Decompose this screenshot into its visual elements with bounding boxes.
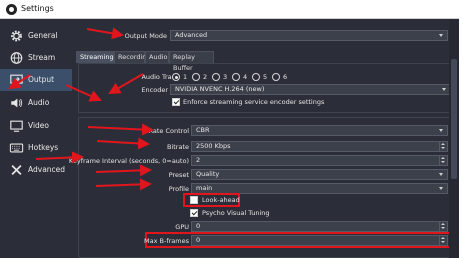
bitrate-spin-arrows-icon[interactable] bbox=[439, 142, 447, 151]
monitor-output-icon bbox=[10, 74, 23, 86]
tab-streaming[interactable]: Streaming bbox=[76, 51, 114, 63]
obs-logo-icon bbox=[6, 4, 17, 15]
audio-track-radio-4[interactable] bbox=[232, 73, 240, 81]
tab-recording[interactable]: Recording bbox=[114, 51, 151, 63]
sidebar-item-advanced[interactable]: Advanced bbox=[0, 159, 72, 181]
monitor-icon bbox=[10, 120, 23, 132]
sidebar-item-general[interactable]: General bbox=[0, 25, 72, 47]
audio-track-option-label: 3 bbox=[223, 73, 228, 81]
rate-control-label: Rate Control bbox=[148, 127, 189, 135]
gpu-spinbox[interactable]: 0 bbox=[191, 221, 448, 232]
sidebar-item-label: Video bbox=[28, 121, 50, 130]
rate-control-select[interactable]: CBR bbox=[191, 125, 448, 136]
bitrate-spinbox[interactable]: 2500 Kbps bbox=[191, 141, 448, 152]
audio-track-radio-5[interactable] bbox=[252, 73, 260, 81]
audio-track-radio-1[interactable] bbox=[172, 73, 180, 81]
psycho-visual-checkbox[interactable] bbox=[190, 209, 198, 217]
vertical-scrollbar[interactable] bbox=[449, 19, 459, 258]
sidebar-item-output[interactable]: Output bbox=[0, 69, 72, 91]
gear-icon bbox=[11, 30, 22, 42]
sidebar-item-hotkeys[interactable]: Hotkeys bbox=[0, 137, 72, 159]
settings-window: Settings General Stream Output Audio Vid… bbox=[0, 0, 459, 258]
keyframe-spin-arrows-icon[interactable] bbox=[439, 156, 447, 165]
bitrate-label: Bitrate bbox=[166, 143, 189, 151]
sidebar-item-label: Hotkeys bbox=[28, 143, 59, 152]
max-bframes-spinbox[interactable]: 0 bbox=[191, 235, 448, 246]
psycho-visual-label: Psycho Visual Tuning bbox=[202, 209, 270, 217]
sidebar-item-stream[interactable]: Stream bbox=[0, 47, 72, 69]
scrollbar-thumb[interactable] bbox=[451, 59, 457, 179]
gpu-label: GPU bbox=[175, 223, 189, 231]
sidebar-item-label: Advanced bbox=[28, 165, 66, 174]
gpu-value: 0 bbox=[196, 222, 201, 230]
keyboard-icon bbox=[9, 143, 24, 153]
audio-track-option-label: 4 bbox=[243, 73, 248, 81]
sidebar-item-label: Output bbox=[28, 75, 55, 84]
audio-track-radio-6[interactable] bbox=[272, 73, 280, 81]
lookahead-checkbox[interactable] bbox=[190, 196, 198, 204]
wrench-screwdriver-icon bbox=[11, 165, 22, 175]
title-bar: Settings bbox=[0, 0, 459, 19]
sidebar: General Stream Output Audio Video Hotkey… bbox=[0, 19, 72, 258]
lookahead-label: Look-ahead bbox=[202, 196, 240, 204]
output-mode-select[interactable]: Advanced bbox=[170, 30, 448, 41]
window-title: Settings bbox=[21, 4, 54, 13]
sidebar-item-audio[interactable]: Audio bbox=[0, 92, 72, 114]
encoder-select[interactable]: NVIDIA NVENC H.264 (new) bbox=[170, 84, 451, 95]
audio-track-option-label: 2 bbox=[203, 73, 208, 81]
sidebar-item-video[interactable]: Video bbox=[0, 115, 72, 137]
gpu-spin-arrows-icon[interactable] bbox=[439, 222, 447, 231]
bitrate-value: 2500 Kbps bbox=[196, 142, 231, 150]
sidebar-item-label: Audio bbox=[28, 98, 50, 107]
bframes-spin-arrows-icon[interactable] bbox=[439, 236, 447, 245]
encoder-label: Encoder bbox=[141, 86, 168, 94]
output-settings-pane: Output Mode Advanced Streaming Recording… bbox=[68, 19, 459, 258]
audio-track-radio-3[interactable] bbox=[212, 73, 220, 81]
enforce-encoder-checkbox[interactable] bbox=[172, 98, 180, 106]
tab-replay-buffer[interactable]: Replay Buffer bbox=[169, 51, 214, 72]
sidebar-item-label: Stream bbox=[28, 53, 56, 62]
audio-track-option-label: 1 bbox=[183, 73, 188, 81]
enforce-encoder-label: Enforce streaming service encoder settin… bbox=[183, 98, 325, 106]
speaker-icon bbox=[11, 98, 23, 108]
preset-label: Preset bbox=[168, 171, 189, 179]
sidebar-item-label: General bbox=[28, 31, 58, 40]
keyframe-interval-label: Keyframe Interval (seconds, 0=auto) bbox=[68, 157, 189, 165]
audio-track-radio-2[interactable] bbox=[192, 73, 200, 81]
audio-track-option-label: 6 bbox=[283, 73, 288, 81]
tab-audio[interactable]: Audio bbox=[145, 51, 169, 63]
keyframe-interval-spinbox[interactable]: 2 bbox=[191, 155, 448, 166]
max-bframes-label: Max B-frames bbox=[144, 237, 189, 245]
globe-icon bbox=[10, 52, 23, 64]
audio-track-option-label: 5 bbox=[263, 73, 268, 81]
keyframe-interval-value: 2 bbox=[196, 156, 201, 164]
max-bframes-value: 0 bbox=[196, 236, 201, 244]
preset-select[interactable]: Quality bbox=[191, 169, 448, 180]
profile-label: Profile bbox=[168, 185, 189, 193]
output-mode-label: Output Mode bbox=[124, 32, 167, 40]
